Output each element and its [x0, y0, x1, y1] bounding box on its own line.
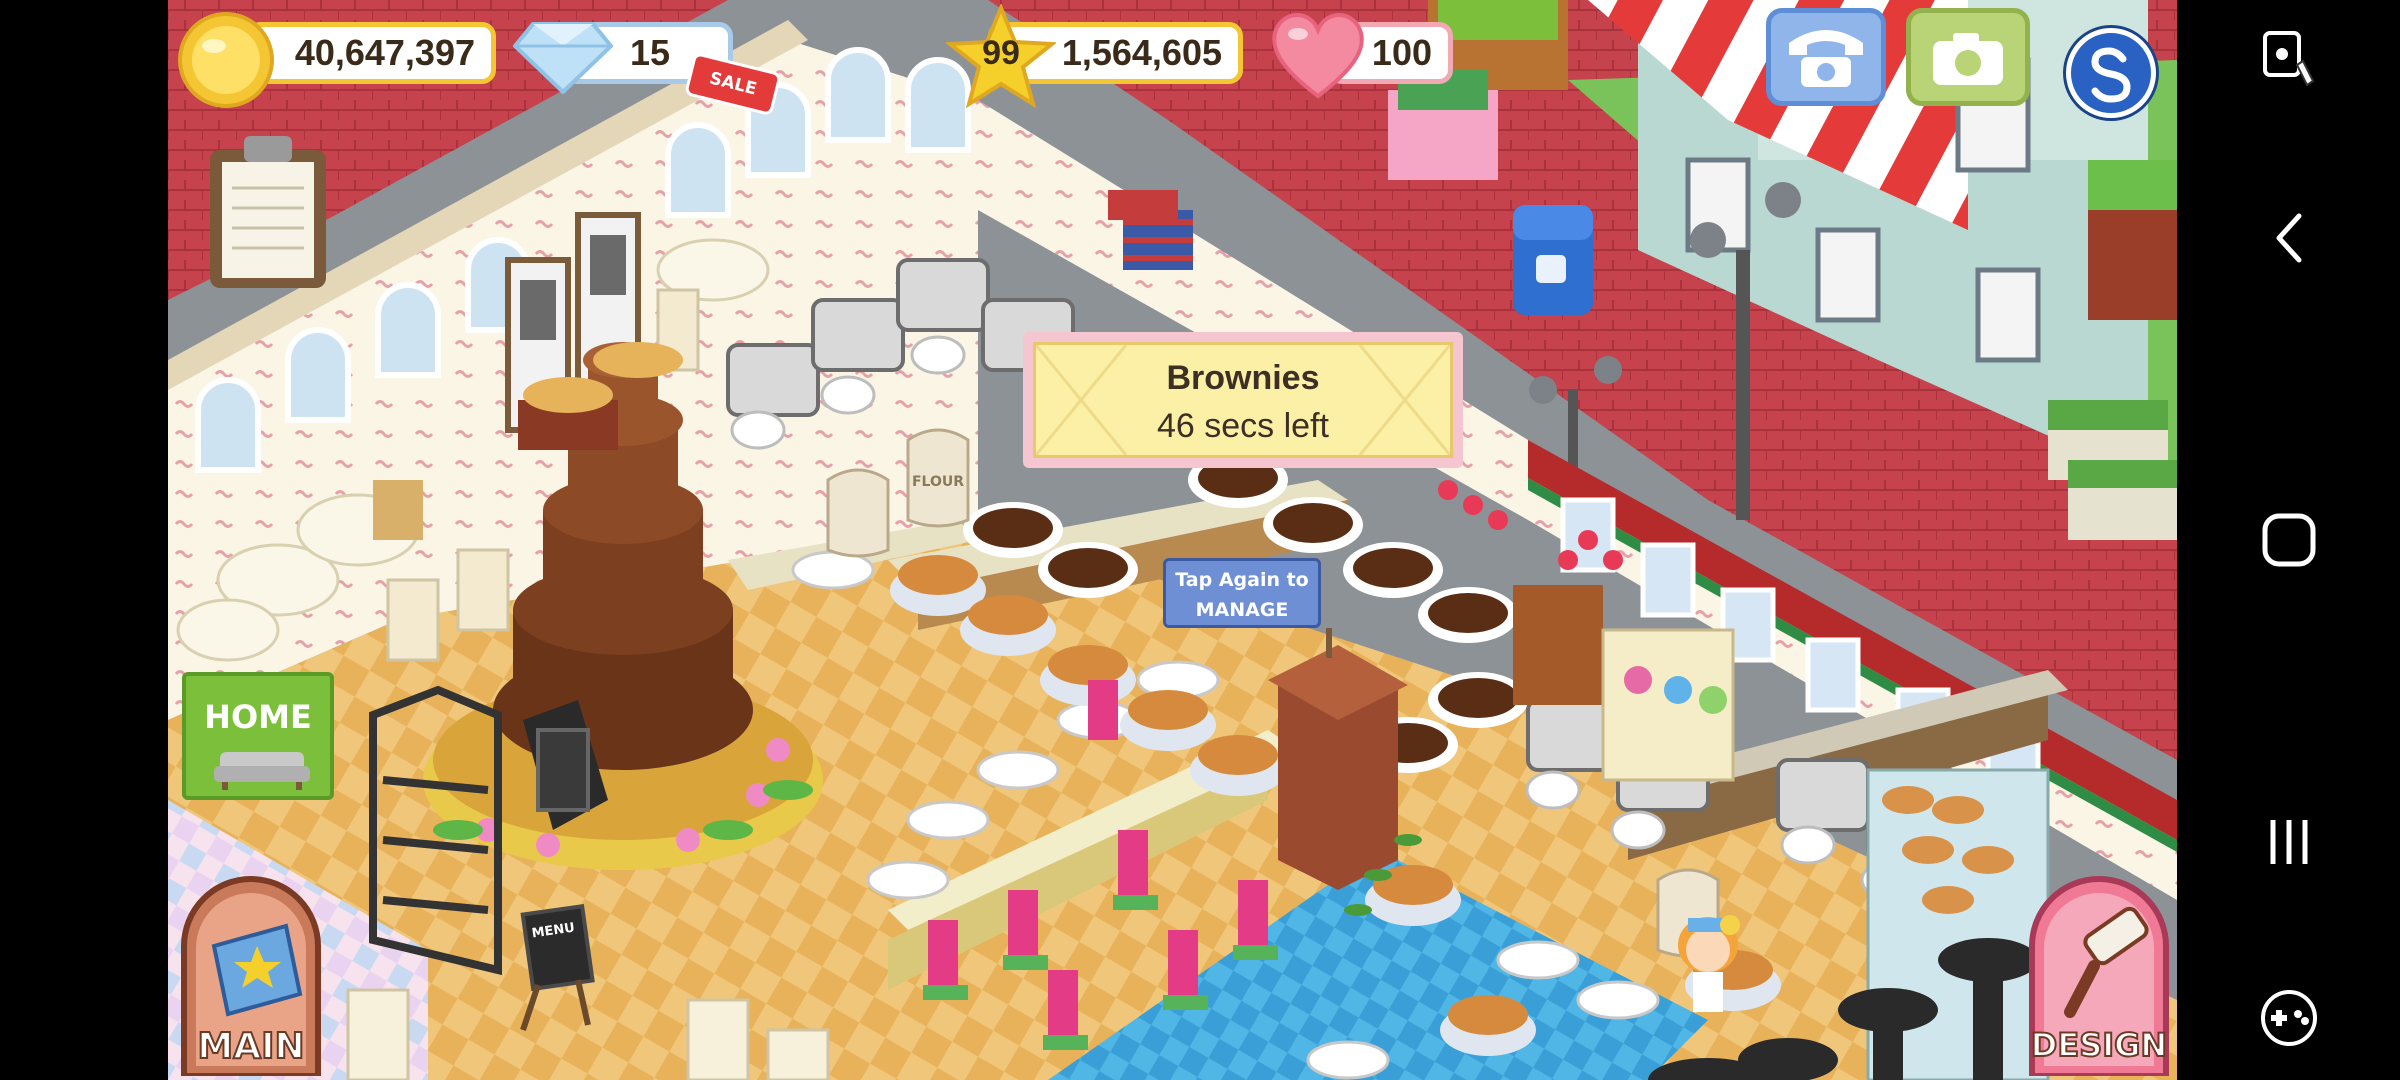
coin-counter: 40,647,397	[246, 22, 496, 84]
heart-icon[interactable]	[1268, 6, 1368, 102]
main-menu-button[interactable]: MAIN	[176, 876, 326, 1079]
social-button[interactable]	[2066, 28, 2156, 118]
social-s-icon	[2091, 47, 2131, 103]
gem-icon[interactable]	[513, 14, 613, 94]
flour-sack-label: FLOUR	[912, 474, 964, 490]
game-tools-button[interactable]	[2177, 978, 2400, 1058]
gem-count: 15	[629, 32, 670, 73]
design-button[interactable]: DESIGN	[2024, 876, 2174, 1079]
clipboard-button[interactable]	[206, 132, 330, 292]
back-button[interactable]	[2177, 198, 2400, 278]
recents-button[interactable]	[2177, 802, 2400, 882]
tooltip-panel: Brownies 46 secs left	[1033, 342, 1453, 458]
home-square-icon	[2262, 513, 2315, 567]
camera-icon	[1933, 33, 2003, 85]
tap-sign-line1: Tap Again to	[1175, 569, 1309, 591]
design-label: DESIGN	[2030, 1025, 2168, 1065]
phone-icon	[1789, 30, 1863, 87]
clipboard-icon	[210, 136, 326, 288]
cooking-timer-tooltip[interactable]: Brownies 46 secs left	[1023, 332, 1463, 468]
camera-button[interactable]	[1906, 8, 2030, 106]
back-chevron-icon	[2276, 213, 2301, 263]
heart-count: 100	[1371, 32, 1432, 73]
gamepad-icon	[2260, 990, 2317, 1046]
android-nav-bar	[2177, 0, 2400, 1080]
coin-count: 40,647,397	[294, 32, 475, 73]
home-nav-button[interactable]	[2177, 500, 2400, 580]
main-label: MAIN	[196, 1025, 305, 1068]
home-label: HOME	[204, 698, 312, 736]
screen-lock-button[interactable]	[2177, 20, 2400, 100]
coin-icon[interactable]	[176, 10, 276, 110]
sofa-icon	[214, 752, 310, 790]
tap-sign-pole	[1326, 628, 1332, 658]
recents-bars-icon	[2270, 820, 2307, 864]
player-level: 99	[982, 34, 1020, 72]
exp-count: 1,564,605	[1061, 32, 1222, 73]
tooltip-dish-name: Brownies	[1166, 359, 1320, 397]
rotate-lock-icon	[2262, 31, 2314, 87]
game-viewport[interactable]: FLOUR MENU 40,647,397 15 SALE 1,564,605 …	[168, 0, 2177, 1080]
home-button[interactable]: HOME	[182, 672, 334, 800]
tap-to-manage-sign[interactable]: Tap Again to MANAGE	[1163, 558, 1321, 628]
tap-sign-line2: MANAGE	[1195, 599, 1289, 621]
tooltip-time-left: 46 secs left	[1157, 407, 1329, 445]
restaurant-scene[interactable]: FLOUR MENU	[168, 0, 2177, 1080]
phone-button[interactable]	[1766, 8, 1886, 106]
